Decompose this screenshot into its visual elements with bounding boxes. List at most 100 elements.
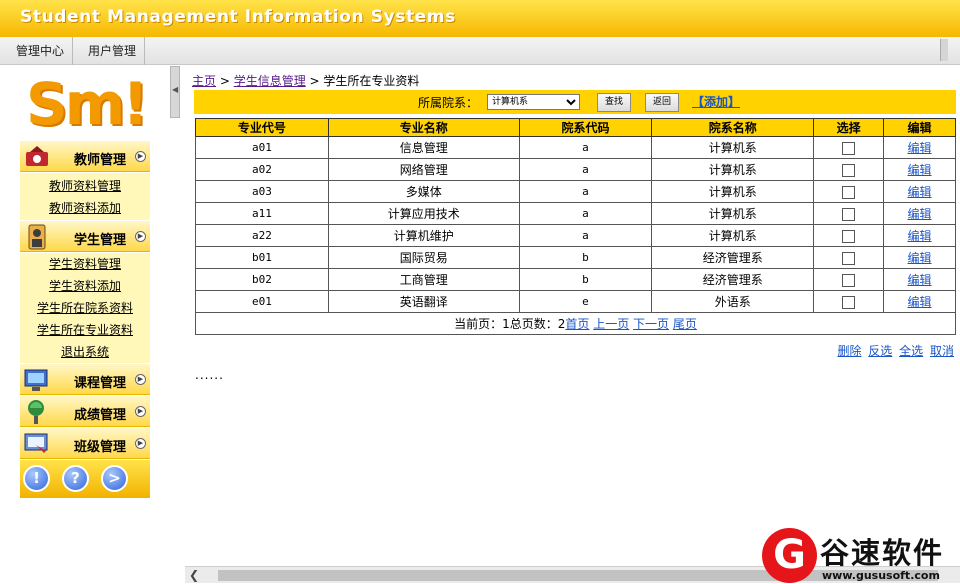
row-checkbox[interactable] — [842, 251, 856, 265]
cell-edit: 编辑 — [883, 224, 956, 247]
row-checkbox[interactable] — [842, 207, 856, 221]
watermark: G 谷速软件 www.gususoft.com — [762, 528, 960, 583]
next-button[interactable]: > — [101, 465, 128, 492]
breadcrumb-current: 学生所在专业资料 — [323, 74, 420, 88]
cell-name: 计算机维护 — [327, 224, 520, 247]
nav-scroll-handle[interactable] — [940, 39, 948, 61]
table-row: b01 国际贸易 b 经济管理系 编辑 — [195, 246, 956, 269]
cell-dept-name: 经济管理系 — [651, 246, 815, 269]
watermark-logo: G — [762, 528, 817, 583]
pager-next-link[interactable]: 下一页 — [633, 317, 669, 331]
column-header-dept-code: 院系代码 — [518, 118, 653, 137]
menu-student-management[interactable]: 学生管理 ▶ — [20, 220, 150, 252]
menu-course-management[interactable]: 课程管理 ▶ — [20, 363, 150, 395]
nav-user-management[interactable]: 用户管理 — [80, 37, 146, 65]
cell-dept-code: a — [518, 158, 653, 181]
row-checkbox[interactable] — [842, 185, 856, 199]
add-link[interactable]: 【添加】 — [692, 93, 740, 110]
edit-link[interactable]: 编辑 — [908, 295, 932, 309]
column-header-select: 选择 — [813, 118, 885, 137]
delete-link[interactable]: 删除 — [837, 344, 861, 358]
chevron-left-icon[interactable]: ❮ — [185, 567, 203, 584]
breadcrumb-section[interactable]: 学生信息管理 — [234, 74, 306, 88]
teacher-icon — [26, 146, 48, 166]
cell-dept-code: e — [518, 290, 653, 313]
cell-code: a22 — [195, 224, 329, 247]
cell-select — [813, 290, 885, 313]
score-icon — [28, 400, 44, 424]
department-filter-label: 所属院系： — [418, 96, 479, 110]
edit-link[interactable]: 编辑 — [908, 207, 932, 221]
table-row: a11 计算应用技术 a 计算机系 编辑 — [195, 202, 956, 225]
cell-name: 计算应用技术 — [327, 202, 520, 225]
bulk-actions: 删除 反选 全选 取消 — [834, 342, 954, 359]
edit-link[interactable]: 编辑 — [908, 273, 932, 287]
sidebar-collapse-handle[interactable]: ◀ — [170, 66, 180, 118]
app-title: Student Management Information Systems — [20, 7, 456, 27]
pager-last-link[interactable]: 尾页 — [673, 317, 697, 331]
major-table: 专业代号 专业名称 院系代码 院系名称 选择 编辑 a01 信息管理 a 计算机… — [195, 118, 956, 335]
chevron-right-icon: ▶ — [135, 438, 146, 449]
menu-teacher-management[interactable]: 教师管理 ▶ — [20, 140, 150, 172]
sidebar-item-logout[interactable]: 退出系统 — [20, 341, 150, 363]
cancel-selection-link[interactable]: 取消 — [930, 344, 954, 358]
cell-edit: 编辑 — [883, 180, 956, 203]
row-checkbox[interactable] — [842, 273, 856, 287]
nav-admin-center[interactable]: 管理中心 — [8, 37, 74, 65]
logo: Sm! — [26, 70, 150, 140]
sidebar-item-student-add[interactable]: 学生资料添加 — [20, 275, 150, 297]
cell-dept-name: 计算机系 — [651, 202, 815, 225]
cell-name: 网络管理 — [327, 158, 520, 181]
cell-code: b01 — [195, 246, 329, 269]
sidebar-item-student-department[interactable]: 学生所在院系资料 — [20, 297, 150, 319]
cell-dept-code: b — [518, 268, 653, 291]
edit-link[interactable]: 编辑 — [908, 251, 932, 265]
sidebar-item-student-major[interactable]: 学生所在专业资料 — [20, 319, 150, 341]
edit-link[interactable]: 编辑 — [908, 229, 932, 243]
app-header: Student Management Information Systems — [0, 0, 960, 37]
sidebar-item-teacher-manage[interactable]: 教师资料管理 — [20, 175, 150, 197]
row-checkbox[interactable] — [842, 229, 856, 243]
breadcrumb-home[interactable]: 主页 — [192, 74, 216, 88]
search-button[interactable]: 查找 — [597, 93, 632, 112]
pager-first-link[interactable]: 首页 — [565, 317, 589, 331]
column-header-edit: 编辑 — [883, 118, 956, 137]
sidebar-item-teacher-add[interactable]: 教师资料添加 — [20, 197, 150, 219]
table-row: a01 信息管理 a 计算机系 编辑 — [195, 136, 956, 159]
chevron-right-icon: ▶ — [135, 374, 146, 385]
invert-selection-link[interactable]: 反选 — [868, 344, 892, 358]
cell-code: a01 — [195, 136, 329, 159]
cell-dept-code: a — [518, 136, 653, 159]
column-header-name: 专业名称 — [327, 118, 520, 137]
menu-label: 成绩管理 — [74, 408, 127, 423]
edit-link[interactable]: 编辑 — [908, 163, 932, 177]
edit-link[interactable]: 编辑 — [908, 141, 932, 155]
column-header-dept-name: 院系名称 — [651, 118, 815, 137]
row-checkbox[interactable] — [842, 163, 856, 177]
cell-edit: 编辑 — [883, 290, 956, 313]
chevron-left-icon: ◀ — [172, 85, 179, 94]
ellipsis-text: ...... — [195, 368, 224, 382]
watermark-url: www.gususoft.com — [822, 569, 940, 582]
edit-link[interactable]: 编辑 — [908, 185, 932, 199]
info-button[interactable]: ! — [23, 465, 50, 492]
cell-select — [813, 224, 885, 247]
sidebar-item-student-manage[interactable]: 学生资料管理 — [20, 253, 150, 275]
pager-prev-link[interactable]: 上一页 — [593, 317, 629, 331]
select-all-link[interactable]: 全选 — [899, 344, 923, 358]
cell-edit: 编辑 — [883, 158, 956, 181]
breadcrumb-separator: > — [305, 74, 324, 88]
row-checkbox[interactable] — [842, 295, 856, 309]
help-button[interactable]: ? — [62, 465, 89, 492]
cell-code: a02 — [195, 158, 329, 181]
cell-code: a03 — [195, 180, 329, 203]
back-button[interactable]: 返回 — [645, 93, 680, 112]
menu-label: 教师管理 — [74, 153, 127, 168]
menu-score-management[interactable]: 成绩管理 ▶ — [20, 395, 150, 427]
cell-dept-name: 经济管理系 — [651, 268, 815, 291]
department-select[interactable]: 计算机系 — [487, 94, 580, 110]
cell-select — [813, 202, 885, 225]
row-checkbox[interactable] — [842, 141, 856, 155]
menu-class-management[interactable]: 班级管理 ▶ — [20, 427, 150, 459]
cell-dept-code: a — [518, 224, 653, 247]
